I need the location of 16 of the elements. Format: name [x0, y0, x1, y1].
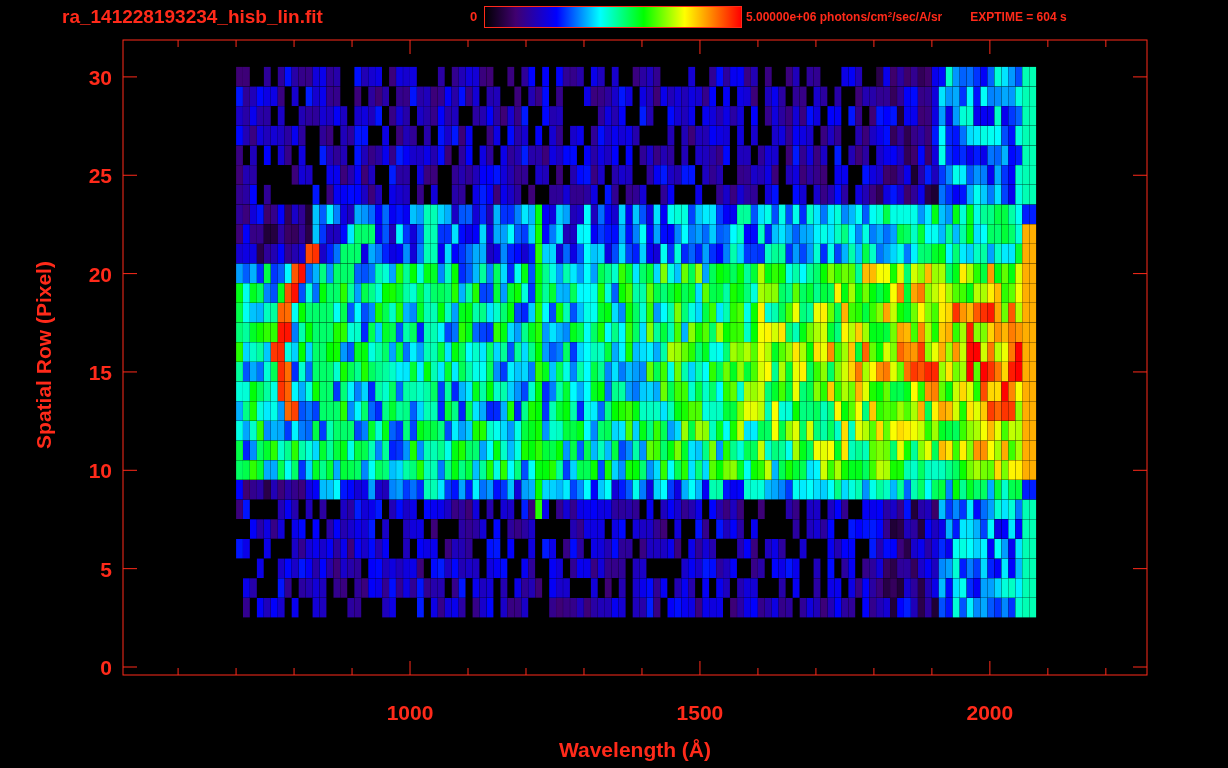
colorbar-min-label: 0	[470, 8, 479, 27]
y-tick-label: 0	[100, 656, 112, 679]
x-tick-label: 1000	[386, 701, 434, 724]
y-axis-label: Spatial Row (Pixel)	[32, 261, 55, 449]
y-tick-label: 5	[100, 557, 112, 581]
x-tick-label: 2000	[966, 701, 1014, 724]
colorbar-max-label: 5.00000e+06 photons/cm$^{2}$/sec/A/sr	[746, 9, 943, 26]
y-tick-label: 30	[88, 65, 112, 89]
y-tick-label: 10	[88, 459, 112, 483]
y-tick-label: 15	[88, 360, 112, 384]
x-axis-label: Wavelength (Å)	[558, 738, 712, 761]
x-tick-label: 1500	[676, 701, 724, 724]
file-title: ra_141228193234_hisb_lin.fit	[62, 4, 324, 29]
exposure-time: EXPTIME = 604 s	[970, 9, 1067, 26]
y-tick-label: 25	[88, 164, 112, 188]
y-tick-label: 20	[88, 262, 112, 286]
